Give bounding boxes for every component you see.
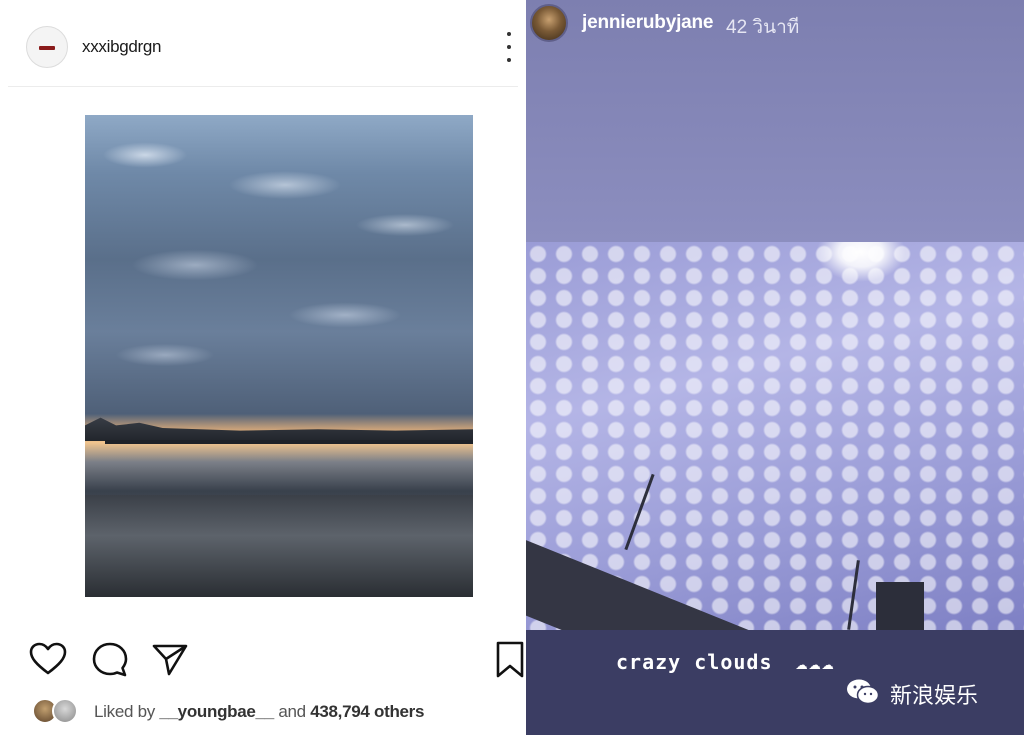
story-photo [526,242,1024,630]
cloud-emoji: ☁☁☁ [795,650,835,674]
likes-text: Liked by __youngbae__ and 438,794 others [94,702,424,722]
watermark-text: 新浪娱乐 [890,684,979,709]
post-photo [85,115,473,597]
watermark: 新浪娱乐 [846,676,1016,709]
instagram-story: jennierubyjane 42 วินาที crazy clouds ☁☁… [526,0,1024,735]
story-caption: crazy clouds ☁☁☁ [616,650,835,674]
wechat-icon [847,679,880,705]
instagram-post: xxxibgdrgn Liked by __youngbae__ and 438… [0,0,524,735]
likes-count[interactable]: 438,794 others [310,702,424,721]
likes-user[interactable]: __youngbae__ [159,702,274,721]
likes-connector: and [278,702,306,721]
avatar-mark [39,46,55,50]
comment-icon[interactable] [90,640,130,680]
likes-row: Liked by __youngbae__ and 438,794 others [32,698,512,726]
likes-prefix: Liked by [94,702,155,721]
story-username[interactable]: jennierubyjane [582,12,713,34]
story-avatar[interactable] [530,4,568,42]
bookmark-icon[interactable] [490,640,530,680]
post-username[interactable]: xxxibgdrgn [82,37,162,57]
post-header: xxxibgdrgn [8,10,518,87]
share-icon[interactable] [150,640,190,680]
photo-skyline [85,417,473,441]
photo-road [85,495,473,597]
photo-bridge [105,440,473,444]
story-time: 42 วินาที [726,17,800,38]
story-pillar [876,582,924,630]
story-caption-text: crazy clouds [616,650,773,674]
post-avatar[interactable] [26,26,68,68]
photo-clouds [85,115,473,415]
heart-icon[interactable] [28,640,68,680]
liker-avatar-2[interactable] [52,698,78,724]
post-actions [28,640,524,680]
more-options-icon[interactable] [504,32,514,62]
